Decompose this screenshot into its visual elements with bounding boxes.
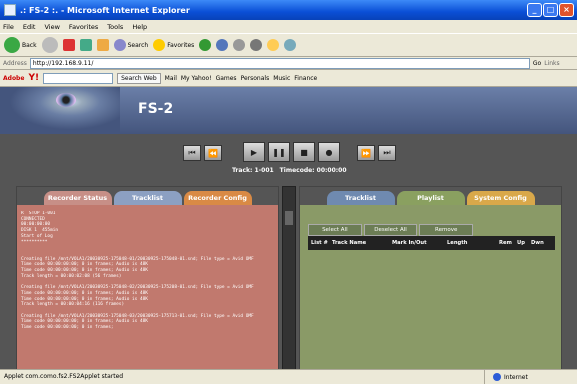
media-icon[interactable] — [199, 39, 212, 51]
play-button[interactable]: ▶ — [243, 142, 265, 162]
search-button[interactable]: Search — [113, 39, 148, 51]
go-button[interactable]: Go — [533, 60, 541, 67]
yahoo-personals[interactable]: Personals — [241, 75, 270, 82]
rewind-button[interactable]: ⏪ — [204, 145, 222, 161]
transport-controls: ⏮ ⏪ ▶ ❚❚ ■ ● ⏩ ⏭ Track: 1-001 Timecode: … — [0, 134, 577, 184]
tab-system-config[interactable]: System Config — [466, 191, 535, 205]
print-icon[interactable] — [233, 39, 246, 51]
log-line: Time code 00:00:00:00; 0 in frames; — [21, 325, 114, 331]
log-line: Creating file /mnt/VOLA1/20030925-175048… — [21, 285, 254, 291]
yahoo-finance[interactable]: Finance — [294, 75, 317, 82]
col-dwn: Dwn — [531, 240, 544, 246]
history-icon[interactable] — [216, 39, 229, 51]
status-bar: Applet com.como.fs2.FS2Applet started In… — [0, 369, 577, 384]
yahoo-mail[interactable]: Mail — [165, 75, 177, 82]
track-label: Track: 1-001 — [232, 167, 274, 174]
tab-tracklist[interactable]: Tracklist — [113, 191, 182, 205]
status-text: Applet com.como.fs2.FS2Applet started — [4, 373, 124, 380]
pause-button[interactable]: ❚❚ — [268, 142, 290, 162]
menu-help[interactable]: Help — [132, 23, 147, 31]
window-title: .: FS-2 :. - Microsoft Internet Explorer — [20, 5, 190, 15]
browser-toolbar: Back Search Favorites — [0, 33, 577, 57]
col-up: Up — [517, 240, 525, 246]
playlist-body[interactable] — [308, 250, 555, 368]
select-all-button[interactable]: Select All — [308, 224, 362, 236]
yahoo-my-yahoo[interactable]: My Yahoo! — [181, 75, 212, 82]
skip-forward-button[interactable]: ⏭ — [378, 145, 396, 161]
skip-back-button[interactable]: ⏮ — [183, 145, 201, 161]
yahoo-toolbar: Adobe Y! Search Web Mail My Yahoo! Games… — [0, 70, 577, 87]
timecode-label: Timecode: 00:00:00 — [279, 167, 347, 174]
eye-logo-image — [0, 87, 120, 134]
app-header: FS-2 — [0, 87, 577, 134]
stop-icon[interactable] — [62, 39, 75, 51]
tab-recorder-config[interactable]: Recorder Config — [183, 191, 252, 205]
edit-icon[interactable] — [250, 39, 263, 51]
app-title: FS-2 — [138, 101, 174, 117]
yahoo-games[interactable]: Games — [216, 75, 237, 82]
ie-icon — [4, 4, 16, 16]
minimize-button[interactable]: _ — [527, 3, 542, 17]
remove-button[interactable]: Remove — [419, 224, 474, 236]
col-rem: Rem — [499, 240, 512, 246]
favorites-button[interactable]: Favorites — [153, 39, 194, 51]
applet-area: FS-2 ⏮ ⏪ ▶ ❚❚ ■ ● ⏩ ⏭ Track: 1-001 Timec… — [0, 87, 577, 371]
menu-bar: File Edit View Favorites Tools Help — [0, 20, 577, 33]
splitter-scrollbar[interactable] — [282, 186, 296, 371]
col-mark: Mark In/Out — [392, 240, 427, 246]
menu-tools[interactable]: Tools — [107, 23, 123, 31]
scroll-thumb[interactable] — [285, 211, 293, 225]
menu-view[interactable]: View — [44, 23, 59, 31]
playlist-header: List # Track Name Mark In/Out Length Rem… — [308, 236, 555, 250]
recorder-log: R STOP 1-001 CONNECTED 00:00:00:00 DISK 1 4… — [21, 211, 276, 369]
track-info: Track: 1-001 Timecode: 00:00:00 — [232, 167, 347, 174]
menu-edit[interactable]: Edit — [23, 23, 36, 31]
recorder-panel: Recorder Status Tracklist Recorder Confi… — [16, 186, 279, 371]
stop-button[interactable]: ■ — [293, 142, 315, 162]
col-list: List # — [311, 240, 328, 246]
messenger-icon[interactable] — [284, 39, 297, 51]
back-button[interactable]: Back — [4, 37, 37, 53]
links-button[interactable]: Links — [544, 60, 559, 67]
record-button[interactable]: ● — [318, 142, 340, 162]
tab-recorder-status[interactable]: Recorder Status — [43, 191, 112, 205]
menu-favorites[interactable]: Favorites — [69, 23, 98, 31]
col-track-name: Track Name — [332, 240, 367, 246]
deselect-all-button[interactable]: Deselect All — [363, 224, 418, 236]
refresh-icon[interactable] — [79, 39, 92, 51]
home-icon[interactable] — [96, 39, 109, 51]
window-titlebar[interactable]: .: FS-2 :. - Microsoft Internet Explorer… — [0, 0, 577, 20]
playlist-actions: Select All Deselect All Remove — [308, 224, 474, 236]
yahoo-logo-icon[interactable]: Y! — [28, 73, 39, 83]
playlist-panel: Tracklist Playlist System Config Select … — [299, 186, 562, 371]
tab-tracklist-right[interactable]: Tracklist — [326, 191, 395, 205]
menu-file[interactable]: File — [3, 23, 14, 31]
col-length: Length — [447, 240, 468, 246]
yahoo-search-input[interactable] — [43, 72, 114, 84]
yahoo-music[interactable]: Music — [273, 75, 290, 82]
address-label: Address — [3, 59, 27, 67]
adobe-logo[interactable]: Adobe — [3, 75, 24, 82]
folder-icon[interactable] — [267, 39, 280, 51]
playlist-tabs: Tracklist Playlist System Config — [300, 187, 561, 205]
recorder-tabs: Recorder Status Tracklist Recorder Confi… — [17, 187, 278, 205]
maximize-button[interactable]: □ — [543, 3, 558, 17]
close-button[interactable]: × — [559, 3, 574, 17]
star-icon — [153, 39, 166, 51]
forward-icon[interactable] — [41, 37, 58, 53]
tab-playlist[interactable]: Playlist — [396, 191, 465, 205]
search-icon — [113, 39, 126, 51]
zone-indicator: Internet — [484, 370, 528, 384]
fast-forward-button[interactable]: ⏩ — [357, 145, 375, 161]
address-input[interactable]: http://192.168.9.11/ — [29, 57, 530, 69]
search-web-button[interactable]: Search Web — [117, 72, 161, 84]
address-bar: Address http://192.168.9.11/ Go Links — [0, 57, 577, 70]
globe-icon — [493, 373, 501, 381]
back-icon — [4, 37, 20, 53]
